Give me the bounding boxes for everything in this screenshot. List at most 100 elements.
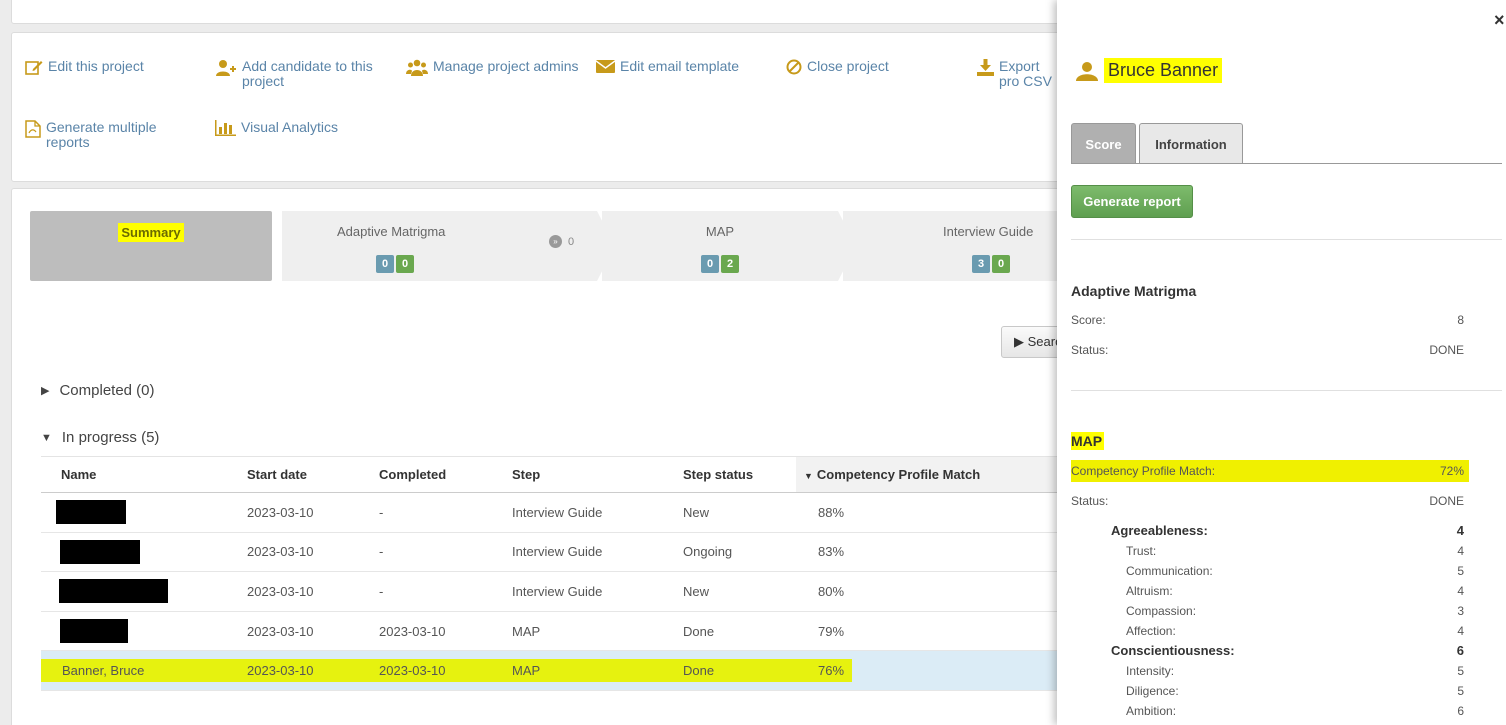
cell-status: Ongoing (683, 532, 796, 573)
sort-desc-icon: ▼ (804, 471, 813, 481)
done-count-badge: 0 (396, 255, 414, 273)
col-header-name[interactable]: Name (41, 456, 247, 493)
cell-start-date: 2023-03-10 (247, 611, 379, 652)
step-title: MAP (705, 224, 735, 239)
completed-group-toggle[interactable]: ▶ Completed (0) (41, 382, 155, 399)
manage-admins-link[interactable]: Manage project admins (406, 59, 579, 77)
cell-start-date: 2023-03-10 (247, 659, 379, 683)
generate-report-button[interactable]: Generate report (1071, 185, 1193, 218)
candidate-detail-panel: × Bruce Banner Score Information Generat… (1057, 0, 1506, 725)
cell-step: Interview Guide (512, 532, 683, 573)
subtrait-row: Altruism: 4 (1126, 584, 1464, 598)
skip-indicator: » 0 (549, 235, 574, 248)
add-user-icon (216, 60, 236, 76)
candidate-name: Bruce Banner (1104, 58, 1223, 83)
trait-agreeableness: Agreeableness: 4 (1111, 523, 1464, 538)
adaptive-score-row: Score: 8 (1071, 313, 1464, 327)
step-map[interactable]: MAP 0 2 (602, 211, 838, 281)
cell-status: New (683, 571, 796, 612)
redacted-name (59, 579, 168, 604)
edit-project-link[interactable]: Edit this project (25, 59, 144, 75)
col-header-step-status[interactable]: Step status (683, 456, 796, 493)
cell-match: 80% (796, 571, 1071, 612)
generate-reports-link[interactable]: Generate multiple reports (25, 120, 165, 150)
step-summary[interactable]: Summary (30, 211, 272, 281)
done-count-badge: 2 (721, 255, 739, 273)
tab-divider (1071, 163, 1502, 164)
ban-icon (786, 59, 802, 75)
cell-start-date: 2023-03-10 (247, 532, 379, 573)
candidate-header: Bruce Banner (1076, 58, 1223, 83)
summary-label: Summary (118, 223, 184, 242)
cell-start-date: 2023-03-10 (247, 571, 379, 612)
subtrait-row: Compassion: 3 (1126, 604, 1464, 618)
redacted-name (56, 500, 126, 525)
cell-step: Interview Guide (512, 492, 683, 533)
tab-score[interactable]: Score (1071, 123, 1136, 164)
project-actions-panel (11, 32, 1071, 182)
adaptive-status-row: Status: DONE (1071, 343, 1464, 357)
cell-name: Banner, Bruce (41, 659, 247, 683)
download-icon (977, 59, 994, 76)
redacted-name (60, 539, 140, 564)
col-header-completed[interactable]: Completed (379, 456, 512, 493)
envelope-icon (596, 60, 615, 73)
candidate-table: Name Start date Completed Step Step stat… (41, 456, 1071, 691)
cell-step: MAP (512, 611, 683, 652)
edit-icon (25, 61, 43, 75)
table-row-selected[interactable]: Banner, Bruce 2023-03-10 2023-03-10 MAP … (41, 650, 1071, 691)
step-title: Interview Guide (943, 224, 1034, 239)
col-header-step[interactable]: Step (512, 456, 683, 493)
col-header-competency-match[interactable]: ▼ Competency Profile Match (796, 456, 1071, 493)
adaptive-matrigma-title: Adaptive Matrigma (1071, 283, 1197, 299)
export-csv-link[interactable]: Export pro CSV (977, 59, 1061, 89)
cell-match: 88% (796, 492, 1071, 533)
cell-start-date: 2023-03-10 (247, 492, 379, 533)
in-progress-count-badge: 0 (701, 255, 719, 273)
cell-match: 76% (796, 659, 853, 683)
cell-step: MAP (512, 659, 683, 683)
in-progress-count-badge: 3 (972, 255, 990, 273)
caret-right-icon: ▶ (41, 385, 50, 397)
divider (1071, 390, 1502, 391)
cell-match: 79% (796, 611, 1071, 652)
cell-match: 83% (796, 532, 1071, 573)
caret-down-icon: ▼ (41, 431, 52, 444)
subtrait-row: Affection: 4 (1126, 624, 1464, 638)
tab-information[interactable]: Information (1139, 123, 1243, 164)
add-candidate-link[interactable]: Add candidate to this project (215, 59, 375, 89)
redacted-name (60, 619, 128, 644)
map-title: MAP (1071, 432, 1105, 450)
close-project-link[interactable]: Close project (786, 59, 889, 75)
map-status-row: Status: DONE (1071, 494, 1464, 508)
user-icon (1076, 61, 1098, 81)
table-row[interactable]: 2023-03-10 - Interview Guide Ongoing 83% (41, 532, 1071, 573)
table-row[interactable]: 2023-03-10 2023-03-10 MAP Done 79% (41, 611, 1071, 652)
competency-match-row: Competency Profile Match: 72% (1071, 460, 1469, 482)
cell-completed: - (379, 571, 512, 612)
bar-chart-icon (215, 120, 236, 136)
cell-completed: - (379, 532, 512, 573)
subtrait-row: Intensity: 5 (1126, 664, 1464, 678)
edit-email-template-link[interactable]: Edit email template (596, 59, 739, 74)
col-header-start-date[interactable]: Start date (247, 456, 379, 493)
close-panel-button[interactable]: × (1494, 10, 1505, 31)
subtrait-row: Communication: 5 (1126, 564, 1464, 578)
cell-completed: 2023-03-10 (379, 659, 512, 683)
users-icon (406, 59, 428, 76)
forward-icon: » (549, 235, 562, 248)
step-interview-guide[interactable]: Interview Guide 3 0 (843, 211, 1057, 281)
trait-conscientiousness: Conscientiousness: 6 (1111, 643, 1464, 658)
top-panel (11, 0, 1071, 24)
cell-step: Interview Guide (512, 571, 683, 612)
subtrait-row: Trust: 4 (1126, 544, 1464, 558)
table-row[interactable]: 2023-03-10 - Interview Guide New 80% (41, 571, 1071, 612)
table-row[interactable]: 2023-03-10 - Interview Guide New 88% (41, 492, 1071, 533)
in-progress-group-toggle[interactable]: ▼ In progress (5) (41, 429, 159, 446)
in-progress-count-badge: 0 (376, 255, 394, 273)
visual-analytics-link[interactable]: Visual Analytics (215, 120, 338, 136)
cell-status: Done (683, 659, 796, 683)
subtrait-row: Ambition: 6 (1126, 704, 1464, 718)
done-count-badge: 0 (992, 255, 1010, 273)
pdf-icon (25, 120, 41, 138)
